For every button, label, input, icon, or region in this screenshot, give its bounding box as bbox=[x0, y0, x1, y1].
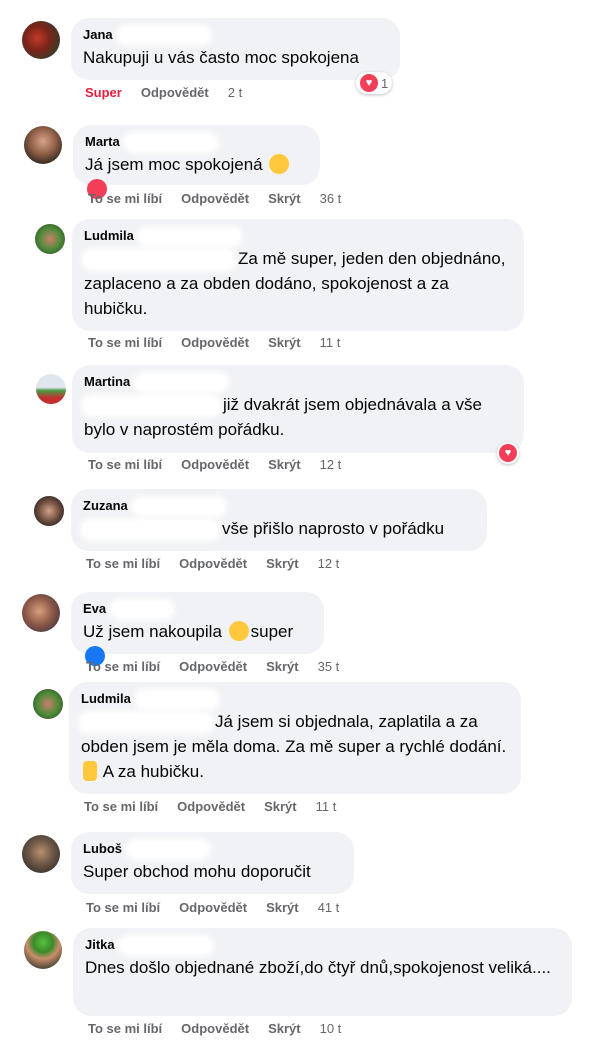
like-button[interactable]: To se mi líbí bbox=[84, 799, 158, 814]
reply-button[interactable]: Odpovědět bbox=[181, 335, 249, 350]
comment-author[interactable]: Jana bbox=[83, 27, 113, 43]
avatar[interactable] bbox=[22, 21, 60, 59]
reply-button[interactable]: Odpovědět bbox=[179, 900, 247, 915]
avatar[interactable] bbox=[22, 594, 60, 632]
like-button[interactable]: To se mi líbí bbox=[86, 659, 160, 674]
comment-actions: To se mi líbí Odpovědět Skrýt 11 t bbox=[84, 799, 336, 814]
comment-author[interactable]: Luboš bbox=[83, 841, 122, 857]
heart-reaction-icon: ♥ bbox=[360, 74, 378, 92]
comment-author[interactable]: Eva bbox=[83, 601, 106, 617]
comment-bubble: Jitka Dnes došlo objednané zboží,do čtyř… bbox=[73, 928, 572, 1016]
reply-button[interactable]: Odpovědět bbox=[179, 556, 247, 571]
reply-button[interactable]: Odpovědět bbox=[181, 457, 249, 472]
comment-actions: To se mi líbí Odpovědět Skrýt 41 t bbox=[86, 900, 339, 915]
reply-button[interactable]: Odpovědět bbox=[177, 799, 245, 814]
reply-button[interactable]: Odpovědět bbox=[181, 1021, 249, 1036]
comment-author[interactable]: Zuzana bbox=[83, 498, 128, 514]
hide-button[interactable]: Skrýt bbox=[268, 1021, 301, 1036]
comment-bubble: Ludmila Já jsem si objednala, zaplatila … bbox=[69, 682, 521, 794]
like-button[interactable]: To se mi líbí bbox=[86, 556, 160, 571]
hand-emoji bbox=[83, 761, 97, 781]
comment-time[interactable]: 12 t bbox=[318, 556, 340, 571]
comment-actions: To se mi líbí Odpovědět Skrýt 12 t bbox=[86, 556, 339, 571]
hide-button[interactable]: Skrýt bbox=[266, 900, 299, 915]
comment-author[interactable]: Ludmila bbox=[84, 228, 134, 244]
hide-button[interactable]: Skrýt bbox=[268, 191, 301, 206]
reply-button[interactable]: Odpovědět bbox=[141, 85, 209, 100]
comment-time[interactable]: 36 t bbox=[320, 191, 342, 206]
reaction-summary[interactable]: ♥ bbox=[497, 442, 519, 464]
comment-text: A za hubičku. bbox=[102, 762, 204, 781]
comment-time[interactable]: 35 t bbox=[318, 659, 340, 674]
comment-actions: To se mi líbí Odpovědět Skrýt 11 t bbox=[88, 335, 340, 350]
comment-bubble: Martina již dvakrát jsem objednávala a v… bbox=[72, 365, 524, 453]
comment-bubble: Eva Už jsem nakoupila super bbox=[71, 592, 324, 666]
hide-button[interactable]: Skrýt bbox=[266, 659, 299, 674]
avatar[interactable] bbox=[22, 835, 60, 873]
avatar[interactable] bbox=[24, 126, 62, 164]
reaction-count: 1 bbox=[381, 75, 389, 91]
comment-bubble: Ludmila Za mě super, jeden den objednáno… bbox=[72, 219, 524, 331]
comment-author[interactable]: Ludmila bbox=[81, 691, 131, 707]
comment-author[interactable]: Marta bbox=[85, 134, 120, 150]
comment-time[interactable]: 12 t bbox=[320, 457, 342, 472]
comment-text: Já jsem moc spokojená bbox=[85, 155, 263, 174]
heart-reaction-icon: ♥ bbox=[499, 444, 517, 462]
comment-time[interactable]: 11 t bbox=[320, 335, 341, 350]
comment-bubble: Jana Nakupuji u vás často moc spokojena bbox=[71, 18, 400, 80]
like-button[interactable]: To se mi líbí bbox=[88, 457, 162, 472]
hide-button[interactable]: Skrýt bbox=[266, 556, 299, 571]
comment-time[interactable]: 41 t bbox=[318, 900, 340, 915]
avatar[interactable] bbox=[34, 496, 64, 526]
comment-actions: Super Odpovědět 2 t bbox=[85, 85, 242, 100]
hide-button[interactable]: Skrýt bbox=[268, 335, 301, 350]
avatar[interactable] bbox=[36, 374, 66, 404]
reply-button[interactable]: Odpovědět bbox=[179, 659, 247, 674]
avatar[interactable] bbox=[33, 689, 63, 719]
comment-time[interactable]: 10 t bbox=[320, 1021, 342, 1036]
hide-button[interactable]: Skrýt bbox=[268, 457, 301, 472]
comment-bubble: Luboš Super obchod mohu doporučit bbox=[71, 832, 354, 894]
comment-actions: To se mi líbí Odpovědět Skrýt 12 t bbox=[88, 457, 341, 472]
comment-text: Už jsem nakoupila bbox=[83, 622, 222, 641]
comment-bubble: Zuzana vše přišlo naprosto v pořádku bbox=[71, 489, 487, 551]
comment-text: Dnes došlo objednané zboží,do čtyř dnů,s… bbox=[85, 958, 551, 977]
reaction-summary[interactable]: ♥ 1 bbox=[356, 72, 393, 94]
avatar[interactable] bbox=[35, 224, 65, 254]
comment-actions: To se mi líbí Odpovědět Skrýt 10 t bbox=[88, 1021, 341, 1036]
like-button[interactable]: To se mi líbí bbox=[86, 900, 160, 915]
hide-button[interactable]: Skrýt bbox=[264, 799, 297, 814]
comment-text: Super obchod mohu doporučit bbox=[83, 862, 311, 881]
comment-text: Nakupuji u vás často moc spokojena bbox=[83, 48, 359, 67]
comment-bubble: Marta Já jsem moc spokojená bbox=[73, 125, 320, 199]
comment-text: super bbox=[250, 622, 294, 641]
comment-actions: To se mi líbí Odpovědět Skrýt 36 t bbox=[88, 191, 341, 206]
reply-button[interactable]: Odpovědět bbox=[181, 191, 249, 206]
comment-author[interactable]: Martina bbox=[84, 374, 130, 390]
comment-time[interactable]: 2 t bbox=[228, 85, 242, 100]
like-button[interactable]: To se mi líbí bbox=[88, 191, 162, 206]
like-button[interactable]: To se mi líbí bbox=[88, 335, 162, 350]
wink-emoji bbox=[269, 154, 290, 174]
comment-text: vše přišlo naprosto v pořádku bbox=[222, 519, 445, 538]
like-button[interactable]: Super bbox=[85, 85, 122, 100]
comment-author[interactable]: Jitka bbox=[85, 937, 115, 953]
laugh-emoji bbox=[228, 621, 249, 641]
avatar[interactable] bbox=[24, 931, 62, 969]
comment-time[interactable]: 11 t bbox=[316, 799, 337, 814]
comment-actions: To se mi líbí Odpovědět Skrýt 35 t bbox=[86, 659, 339, 674]
like-button[interactable]: To se mi líbí bbox=[88, 1021, 162, 1036]
